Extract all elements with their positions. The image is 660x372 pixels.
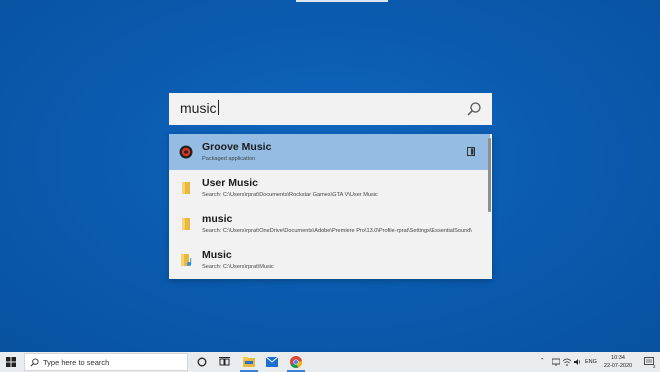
taskbar-search-placeholder: Type here to search — [43, 358, 110, 367]
volume-icon[interactable] — [574, 358, 582, 366]
clock-date: 22-07-2020 — [603, 363, 633, 369]
file-explorer-icon[interactable] — [243, 357, 255, 367]
show-hidden-icons-icon[interactable]: ⌃ — [540, 358, 545, 364]
taskbar: Type here to search ⌃ ENG 10:34 22-07-20… — [0, 352, 660, 372]
taskbar-search-box[interactable]: Type here to search — [24, 353, 188, 371]
results-scrollbar[interactable] — [488, 138, 491, 212]
input-language[interactable]: ENG — [585, 359, 597, 365]
wifi-icon[interactable] — [563, 358, 571, 366]
result-row-user-music[interactable]: User Music Search: C:\Users\rprat\Docume… — [169, 170, 490, 206]
clock-time: 10:34 — [611, 355, 625, 361]
search-query: music — [180, 100, 217, 116]
desktop: music Groove Music Packaged application — [0, 0, 660, 352]
results-list: Groove Music Packaged application User M… — [169, 134, 492, 279]
pin-to-start-icon[interactable] — [467, 147, 475, 156]
result-subtitle: Search: C:\Users\rprat\Documents\Rocksta… — [202, 192, 378, 198]
result-row-music-folder[interactable]: music Search: C:\Users\rprat\OneDrive\Do… — [169, 206, 490, 242]
result-title: User Music — [202, 177, 259, 189]
mail-icon[interactable] — [266, 357, 278, 367]
cortana-icon[interactable] — [197, 357, 207, 367]
folder-icon — [182, 182, 190, 194]
result-title: Music — [202, 249, 232, 261]
launcher-search-box[interactable]: music — [169, 93, 492, 125]
result-title: Groove Music — [202, 141, 272, 153]
result-subtitle: Search: C:\Users\rprat\Music — [202, 264, 274, 270]
notification-count: 2 — [653, 364, 656, 369]
search-icon[interactable] — [466, 101, 482, 117]
result-subtitle: Search: C:\Users\rprat\OneDrive\Document… — [202, 228, 472, 234]
groove-music-icon — [179, 145, 193, 159]
clock[interactable]: 10:34 22-07-2020 — [598, 354, 638, 370]
network-icon[interactable] — [552, 358, 560, 366]
result-row-music-library[interactable]: Music Search: C:\Users\rprat\Music — [169, 242, 490, 278]
result-row-groove-music[interactable]: Groove Music Packaged application — [169, 134, 490, 170]
result-title: music — [202, 213, 233, 225]
search-icon — [30, 358, 39, 367]
folder-icon — [182, 218, 190, 230]
music-folder-icon — [181, 254, 192, 266]
top-highlight-strip — [296, 0, 388, 2]
text-caret — [217, 100, 219, 115]
search-input[interactable]: music — [180, 100, 219, 116]
chrome-icon[interactable] — [290, 356, 302, 368]
task-view-icon[interactable] — [219, 357, 230, 367]
windows-start-icon[interactable] — [6, 357, 16, 367]
result-subtitle: Packaged application — [202, 156, 256, 162]
